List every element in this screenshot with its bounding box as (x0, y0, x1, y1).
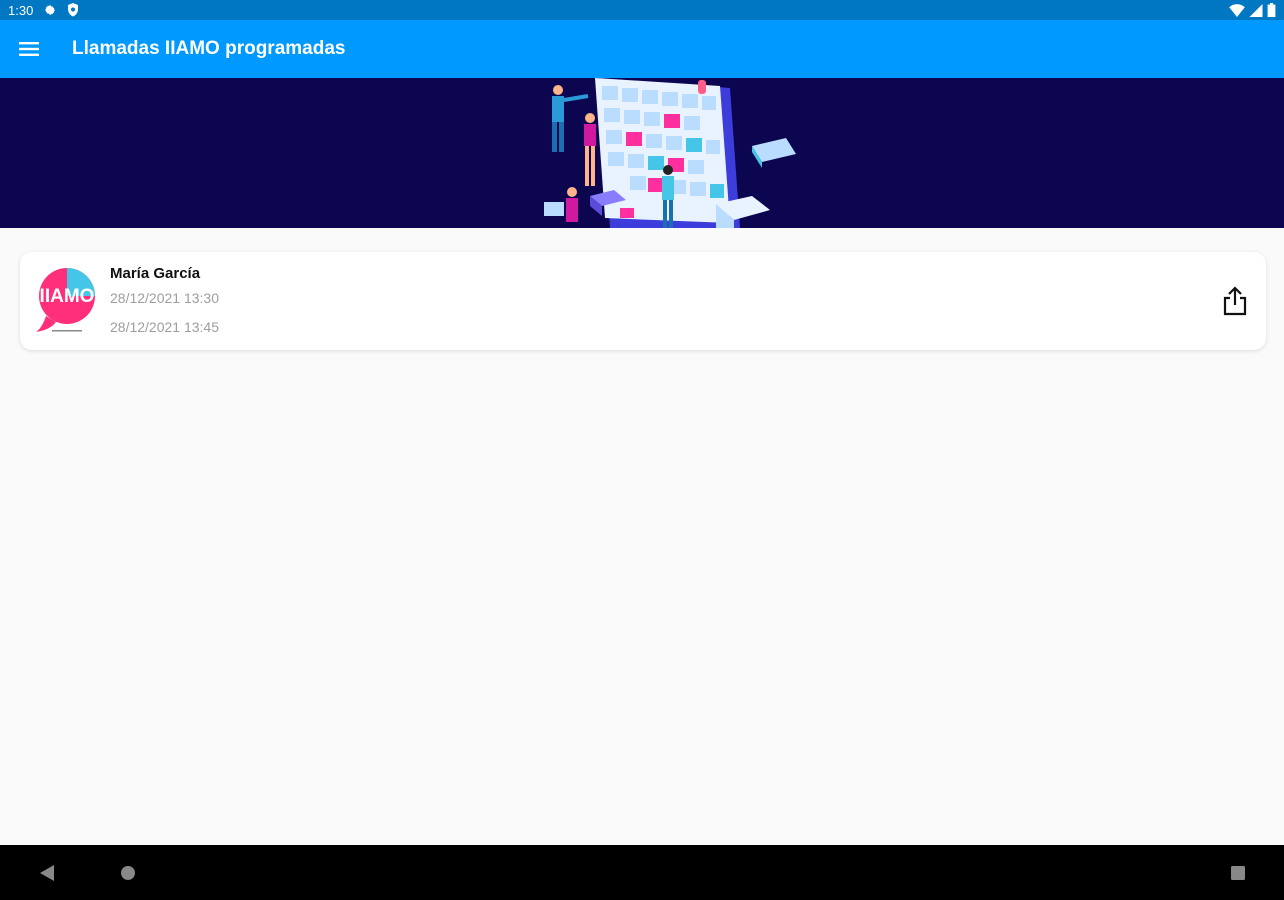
call-end-time: 28/12/2021 13:45 (110, 319, 219, 335)
page-title: Llamadas IIAMO programadas (72, 38, 346, 59)
gear-icon (43, 3, 57, 17)
home-icon[interactable] (118, 863, 138, 883)
call-start-time: 28/12/2021 13:30 (110, 290, 219, 306)
signal-icon (1249, 3, 1263, 17)
battery-icon (1267, 3, 1276, 17)
iiamo-logo: IIAMO (36, 268, 95, 332)
header-banner (0, 78, 1284, 228)
app-bar: Llamadas IIAMO programadas (0, 20, 1284, 78)
recents-icon[interactable] (1228, 863, 1248, 883)
wifi-icon (1229, 3, 1245, 17)
contact-name: María García (110, 265, 201, 282)
share-icon[interactable] (1220, 284, 1250, 318)
status-time: 1:30 (8, 2, 34, 18)
hamburger-menu-icon[interactable] (0, 20, 58, 78)
system-nav-bar (0, 845, 1284, 900)
status-bar: 1:30 (0, 0, 1284, 20)
back-icon[interactable] (36, 863, 58, 883)
shield-icon (67, 3, 79, 17)
list-item[interactable]: IIAMO María García 28/12/2021 13:30 28/1… (20, 252, 1266, 350)
calendar-illustration (544, 78, 796, 228)
logo-text: IIAMO (40, 286, 95, 307)
